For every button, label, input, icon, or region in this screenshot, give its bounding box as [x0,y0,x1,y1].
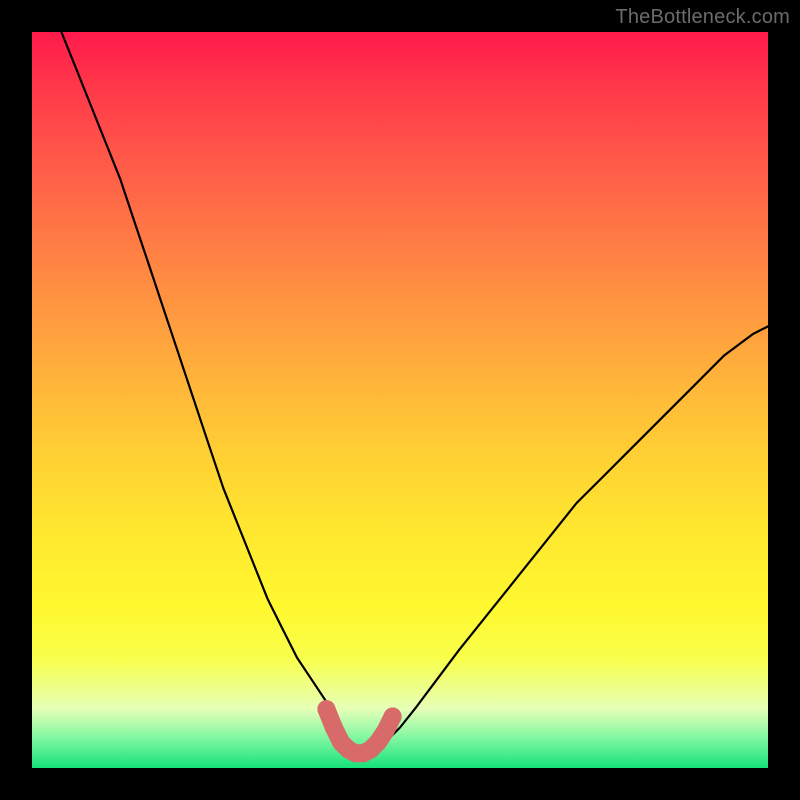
bottleneck-curve-path [61,32,768,753]
curve-group [61,32,768,753]
marker-group [317,700,401,762]
optimal-marker-dot [317,700,335,718]
optimal-marker-dot [384,708,402,726]
plot-area [32,32,768,768]
watermark-text: TheBottleneck.com [615,6,790,29]
chart-svg [32,32,768,768]
chart-frame: TheBottleneck.com [0,0,800,800]
